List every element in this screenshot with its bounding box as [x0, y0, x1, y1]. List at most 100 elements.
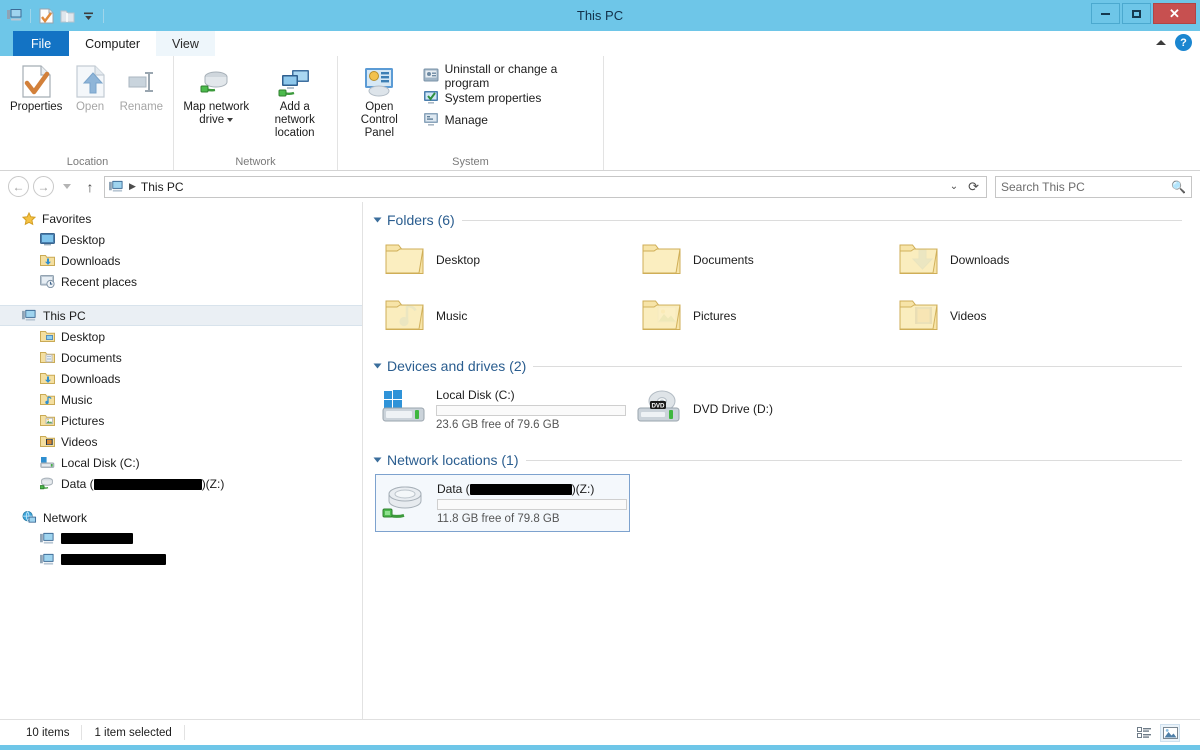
- videos-folder-icon: [40, 435, 55, 448]
- address-field-controls: ⌄ ⟳: [950, 179, 982, 195]
- maximize-button[interactable]: [1122, 3, 1151, 24]
- large-icons-view-button[interactable]: [1160, 723, 1180, 742]
- breadcrumb-this-pc[interactable]: This PC: [141, 180, 184, 194]
- maximize-icon: [1132, 9, 1141, 18]
- sidebar-group-this-pc[interactable]: This PC: [0, 305, 362, 326]
- sidebar-item-data-drive-z[interactable]: Data ()(Z:): [0, 473, 362, 494]
- close-button[interactable]: ✕: [1153, 3, 1196, 24]
- open-button[interactable]: Open: [64, 60, 115, 114]
- section-header-folders[interactable]: Folders (6): [373, 202, 1200, 228]
- address-field[interactable]: ▶ This PC ⌄ ⟳: [104, 175, 987, 198]
- sidebar-label-videos: Videos: [61, 434, 98, 449]
- videos-folder-icon: [899, 298, 939, 335]
- collapse-triangle-icon[interactable]: [373, 217, 382, 223]
- status-bar: 10 items 1 item selected: [0, 719, 1200, 745]
- sidebar-label-recent-places: Recent places: [61, 274, 138, 289]
- customize-caret-icon[interactable]: [79, 7, 97, 25]
- chevron-up-icon[interactable]: [1156, 40, 1166, 45]
- folder-item-pictures[interactable]: Pictures: [632, 288, 889, 344]
- section-header-devices[interactable]: Devices and drives (2): [373, 344, 1200, 374]
- pictures-folder-icon: [642, 298, 682, 335]
- sidebar-item-videos[interactable]: Videos: [0, 431, 362, 452]
- minimize-button[interactable]: [1091, 3, 1120, 24]
- sidebar-item-documents[interactable]: Documents: [0, 347, 362, 368]
- drive-item-dvd-d[interactable]: DVD DVD Drive (D:): [630, 380, 885, 438]
- this-pc-icon: [109, 180, 124, 194]
- manage-label: Manage: [444, 113, 488, 127]
- sidebar-item-pictures[interactable]: Pictures: [0, 410, 362, 431]
- map-network-drive-button[interactable]: Map network drive: [180, 60, 253, 127]
- add-network-location-label: Add a network location: [274, 101, 315, 139]
- network-locations-grid: Data ()(Z:) 11.8 GB free of 79.8 GB: [375, 468, 1200, 532]
- drive-item-data-z[interactable]: Data ()(Z:) 11.8 GB free of 79.8 GB: [375, 474, 630, 532]
- manage-button[interactable]: Manage: [423, 110, 597, 130]
- sidebar-label-local-disk-c: Local Disk (C:): [61, 455, 140, 470]
- sidebar-item-music[interactable]: Music: [0, 389, 362, 410]
- properties-button[interactable]: Properties: [8, 60, 64, 114]
- tab-file[interactable]: File: [13, 31, 70, 56]
- sidebar-label-music: Music: [61, 392, 93, 407]
- uninstall-program-icon: [423, 67, 439, 86]
- folder-item-music[interactable]: Music: [375, 288, 632, 344]
- rename-button[interactable]: Rename: [116, 60, 167, 114]
- sidebar-item-network-computer-1[interactable]: [0, 528, 362, 549]
- uninstall-program-button[interactable]: Uninstall or change a program: [423, 62, 597, 90]
- add-network-location-button[interactable]: Add a network location: [259, 60, 332, 140]
- folder-item-documents[interactable]: Documents: [632, 232, 889, 288]
- forward-button[interactable]: →: [33, 176, 54, 197]
- open-control-panel-button[interactable]: Open Control Panel: [344, 60, 415, 140]
- sidebar-item-desktop[interactable]: Desktop: [0, 326, 362, 347]
- downloads-folder-icon: [899, 242, 939, 279]
- properties-label: Properties: [10, 101, 63, 113]
- sidebar-item-fav-desktop[interactable]: Desktop: [0, 229, 362, 250]
- folder-item-desktop[interactable]: Desktop: [375, 232, 632, 288]
- sidebar-label-pictures: Pictures: [61, 413, 105, 428]
- up-button[interactable]: ↑: [80, 179, 100, 195]
- this-pc-icon[interactable]: [6, 7, 24, 25]
- collapse-triangle-icon[interactable]: [373, 363, 382, 369]
- tab-computer[interactable]: Computer: [69, 31, 157, 56]
- qat-separator-2: [103, 8, 104, 23]
- data-drive-suffix: )(Z:): [201, 476, 225, 491]
- computer-icon: [40, 553, 55, 567]
- tab-view[interactable]: View: [156, 31, 215, 56]
- section-title-devices: Devices and drives (2): [387, 358, 527, 374]
- folder-item-downloads[interactable]: Downloads: [889, 232, 1146, 288]
- new-folder-icon[interactable]: [58, 7, 76, 25]
- sidebar-item-network-computer-2[interactable]: [0, 549, 362, 570]
- downloads-folder-icon: [40, 372, 55, 385]
- chevron-down-icon[interactable]: ⌄: [950, 181, 958, 192]
- drive-item-local-disk-c[interactable]: Local Disk (C:) 23.6 GB free of 79.6 GB: [375, 380, 630, 438]
- desktop-icon: [40, 233, 55, 246]
- pictures-folder-icon: [40, 414, 55, 427]
- refresh-icon[interactable]: ⟳: [968, 179, 979, 195]
- status-item-count: 10 items: [8, 725, 83, 740]
- details-view-button[interactable]: [1134, 724, 1154, 742]
- back-button[interactable]: ←: [8, 176, 29, 197]
- redacted-text-bar: [61, 554, 166, 565]
- collapse-triangle-icon[interactable]: [373, 457, 382, 463]
- recent-locations-icon[interactable]: [63, 184, 71, 189]
- sidebar-group-network[interactable]: Network: [0, 507, 362, 528]
- properties-icon[interactable]: [37, 7, 55, 25]
- sidebar-item-downloads[interactable]: Downloads: [0, 368, 362, 389]
- system-properties-button[interactable]: System properties: [423, 88, 597, 108]
- search-input[interactable]: Search This PC 🔍: [995, 175, 1192, 198]
- uninstall-program-label: Uninstall or change a program: [444, 62, 558, 90]
- sidebar-label-desktop: Desktop: [61, 329, 106, 344]
- data-z-suffix: )(Z:): [571, 481, 595, 496]
- section-rule: [533, 365, 1182, 367]
- help-icon[interactable]: ?: [1175, 34, 1192, 51]
- sidebar-item-local-disk-c[interactable]: Local Disk (C:): [0, 452, 362, 473]
- folder-item-videos[interactable]: Videos: [889, 288, 1146, 344]
- downloads-folder-icon: [40, 254, 55, 267]
- sidebar-group-favorites[interactable]: Favorites: [0, 208, 362, 229]
- favorites-star-icon: [22, 211, 36, 226]
- sidebar-item-recent-places[interactable]: Recent places: [0, 271, 362, 292]
- sidebar-label-fav-desktop: Desktop: [61, 232, 106, 247]
- sidebar-item-fav-downloads[interactable]: Downloads: [0, 250, 362, 271]
- quick-access-toolbar: [0, 0, 107, 31]
- system-properties-icon: [423, 89, 439, 108]
- section-header-network-locations[interactable]: Network locations (1): [373, 438, 1200, 468]
- computer-icon: [40, 532, 55, 546]
